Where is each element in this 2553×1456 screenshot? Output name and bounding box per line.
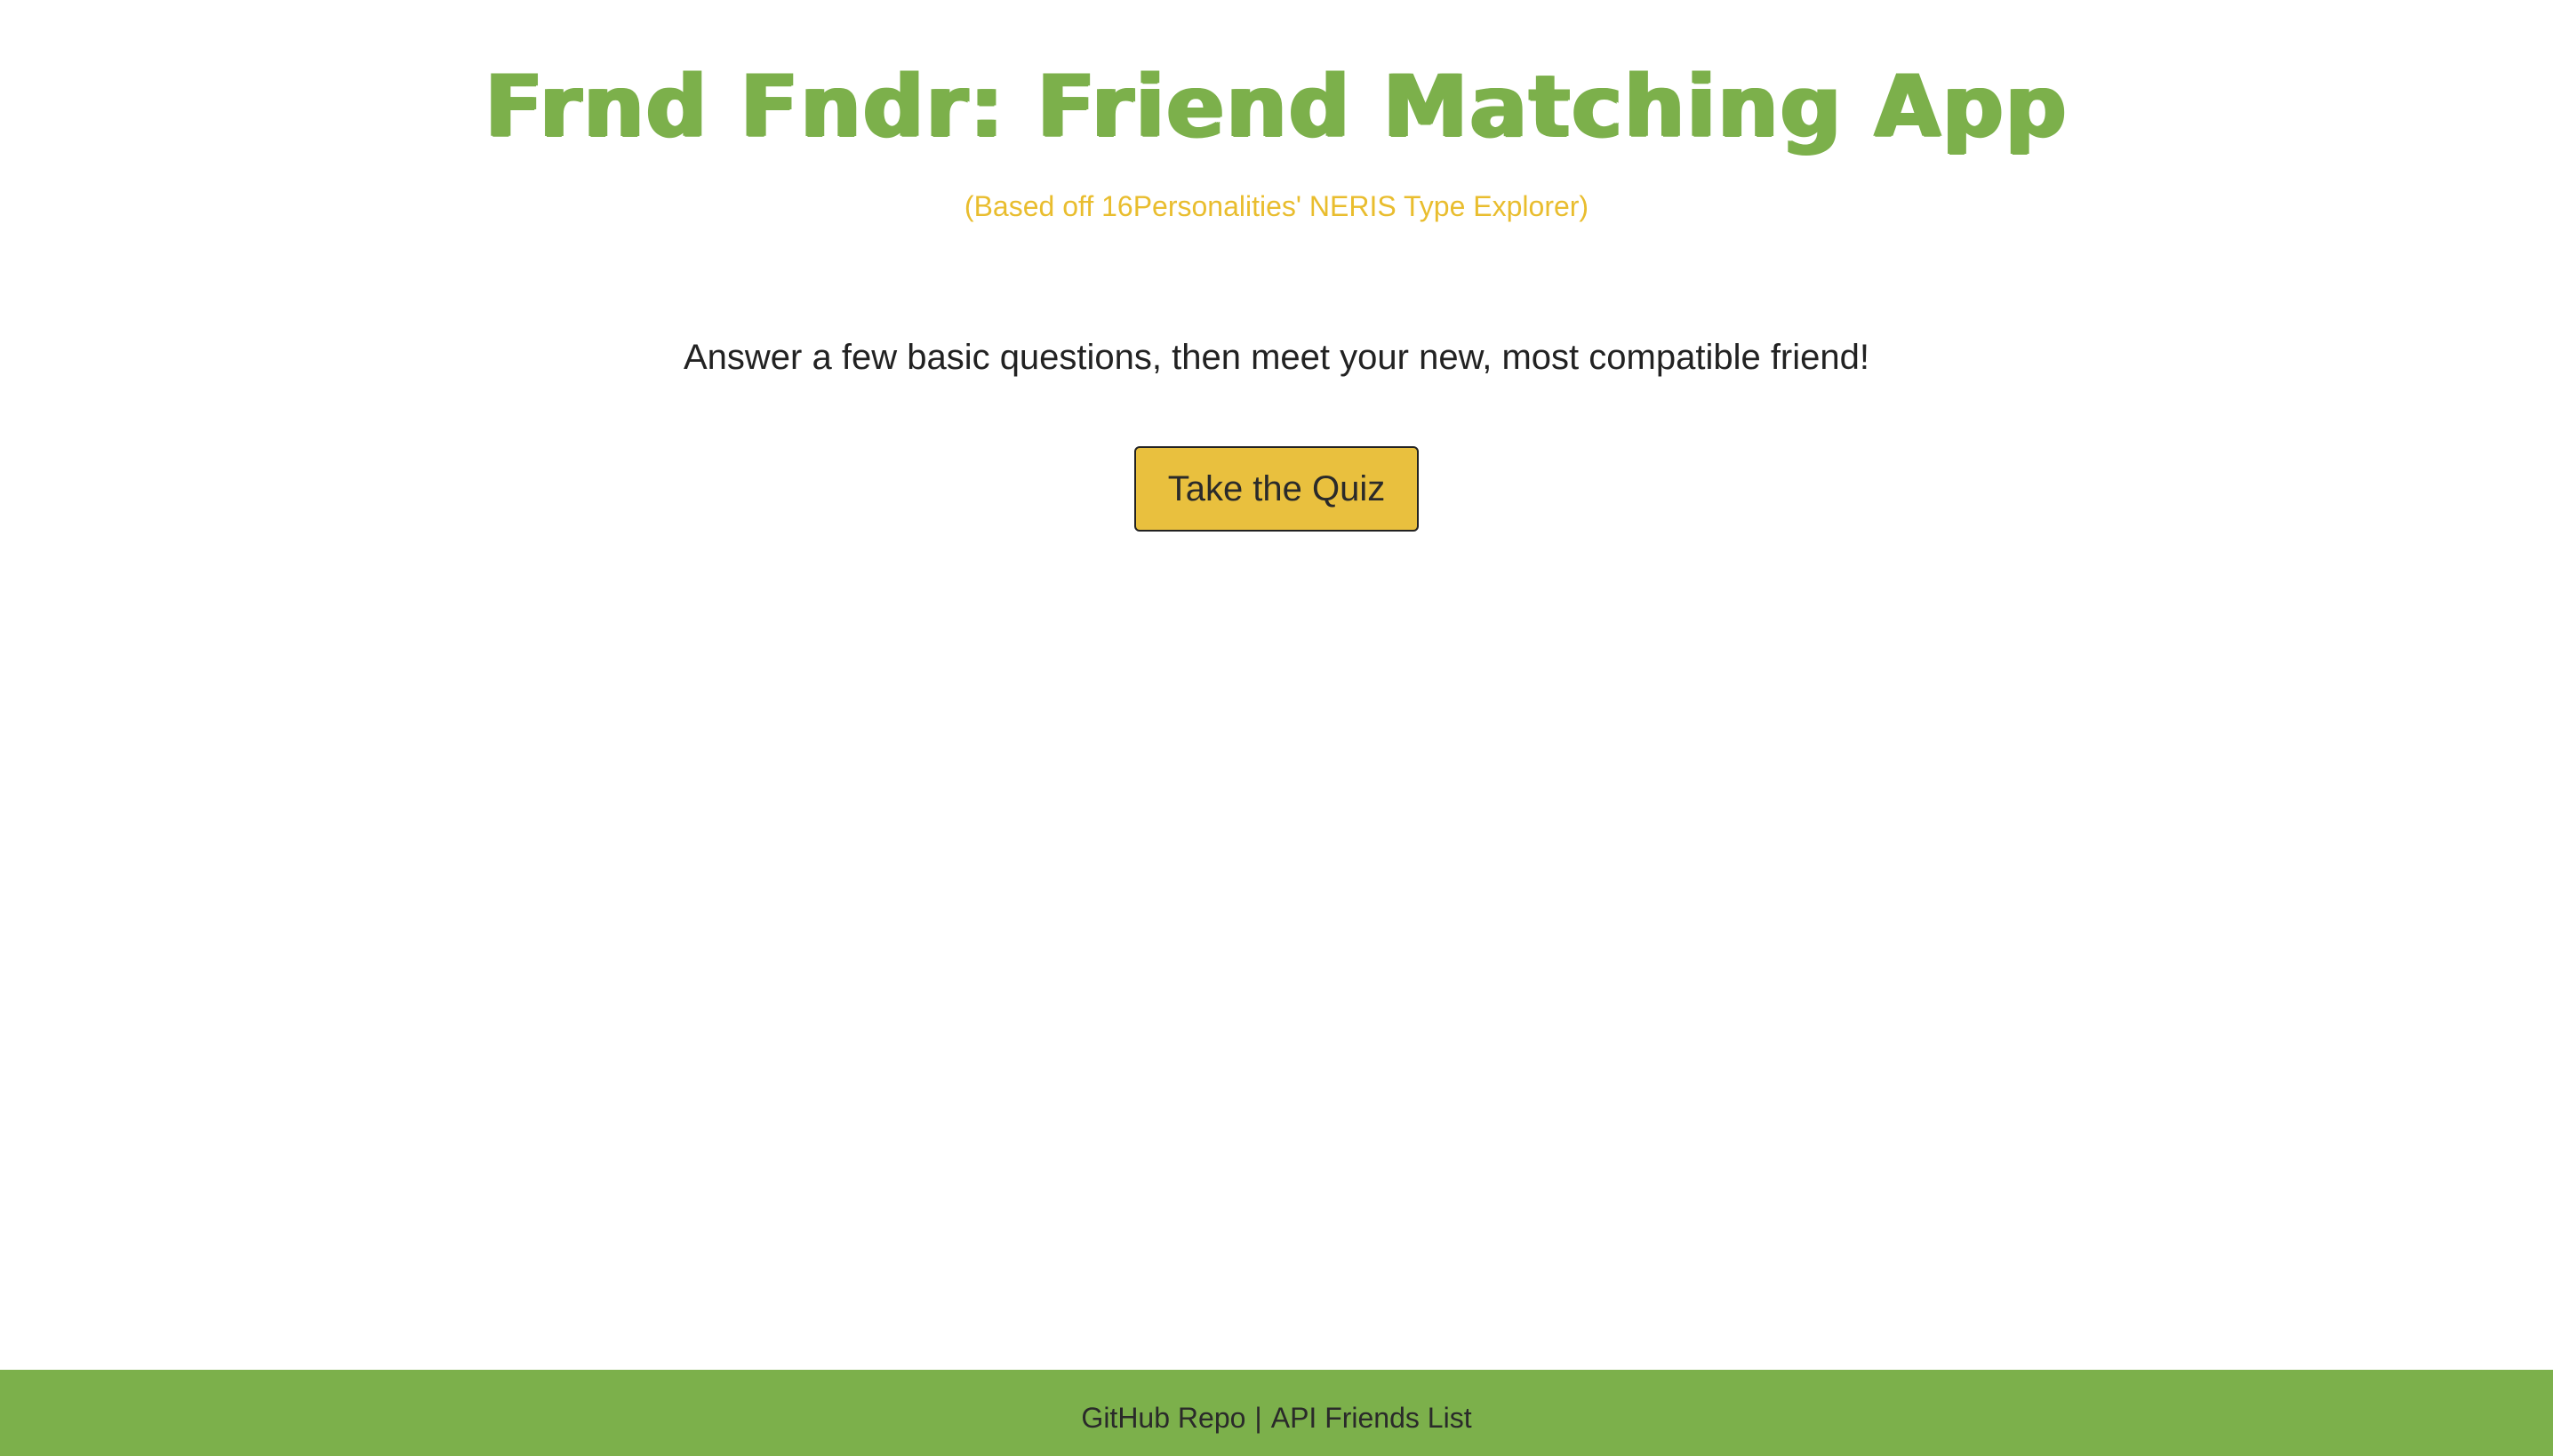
main-content: Frnd Fndr: Friend Matching App (Based of… — [0, 0, 2553, 1370]
api-friends-list-link[interactable]: API Friends List — [1271, 1402, 1472, 1434]
footer-separator: | — [1254, 1402, 1262, 1434]
take-quiz-button[interactable]: Take the Quiz — [1134, 446, 1419, 532]
github-repo-link[interactable]: GitHub Repo — [1081, 1402, 1245, 1434]
tagline-text: Answer a few basic questions, then meet … — [683, 338, 1869, 377]
page-subtitle: (Based off 16Personalities' NERIS Type E… — [964, 190, 1589, 222]
page-title: Frnd Fndr: Friend Matching App — [484, 57, 2069, 156]
footer: GitHub Repo | API Friends List — [0, 1370, 2553, 1456]
